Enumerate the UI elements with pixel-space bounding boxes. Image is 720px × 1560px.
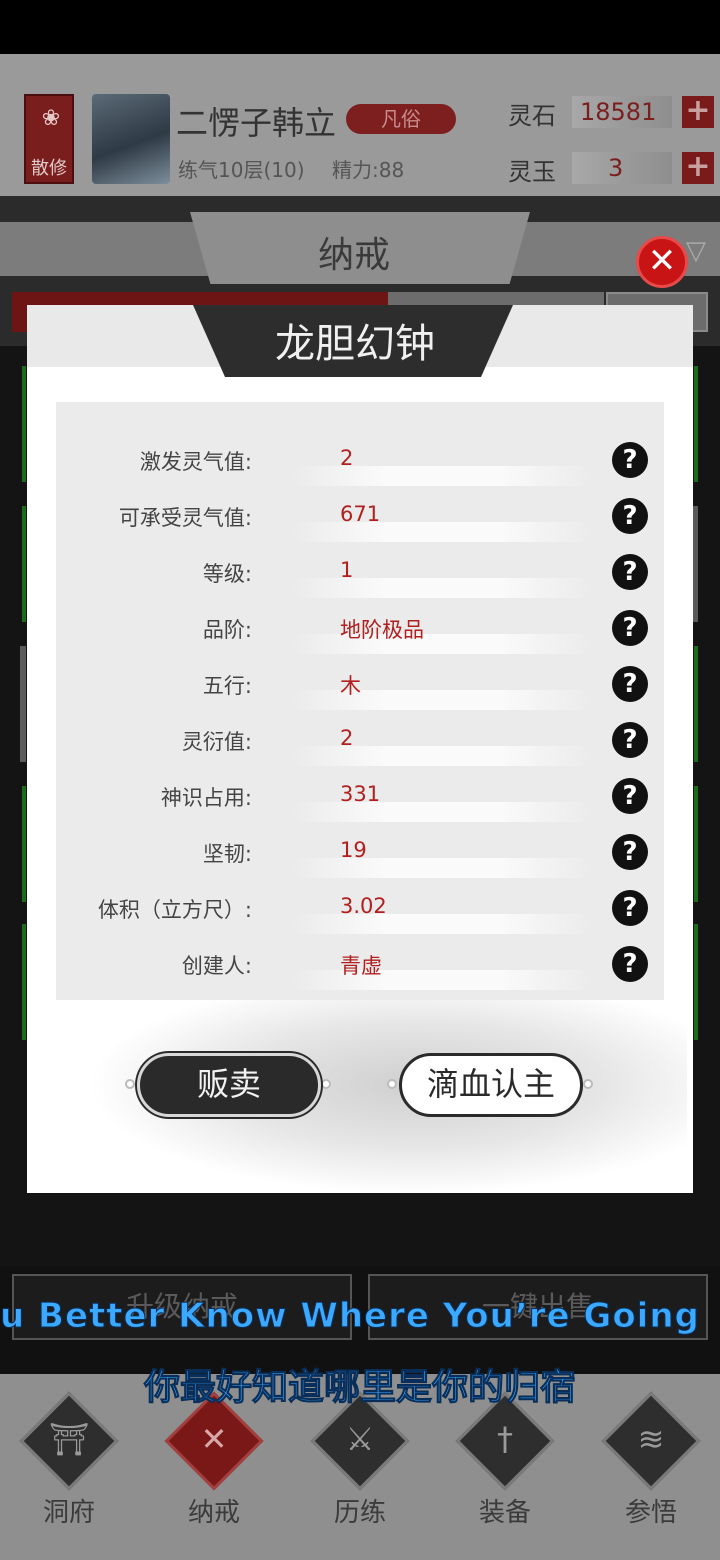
close-icon[interactable]: ✕: [636, 236, 688, 288]
stat-row: 等级: 1 ?: [56, 544, 664, 600]
help-icon[interactable]: ?: [612, 498, 648, 534]
player-name: 二愣子韩立: [176, 104, 337, 142]
sell-button[interactable]: 贩卖: [137, 1053, 321, 1117]
stat-label: 可承受灵气值:: [118, 506, 252, 530]
rank-badge: 凡俗: [346, 104, 456, 134]
filter-icon[interactable]: ▽: [686, 236, 706, 266]
stat-divider: [292, 466, 592, 486]
stat-value: 青虚: [340, 954, 382, 978]
stat-value: 19: [340, 838, 367, 862]
button-ornament: [387, 1079, 397, 1089]
list-item-edge: [694, 924, 698, 1040]
button-ornament: [125, 1079, 135, 1089]
spirit-jade-label: 灵玉: [508, 158, 556, 186]
spirit-stone-value: 18581: [572, 96, 672, 128]
help-icon[interactable]: ?: [612, 778, 648, 814]
list-item-edge: [694, 786, 698, 902]
item-title: 龙胆幻钟: [275, 321, 435, 367]
realm-level: 练气10层(10): [178, 158, 305, 182]
nav-item-cave[interactable]: ⛩ 洞府: [8, 1391, 128, 1538]
avatar[interactable]: [92, 94, 170, 184]
stat-row: 可承受灵气值: 671 ?: [56, 488, 664, 544]
stat-divider: [292, 746, 592, 766]
sect-label: 散修: [31, 158, 67, 179]
list-item-edge: [694, 366, 698, 482]
stat-divider: [292, 914, 592, 934]
stat-row: 品阶: 地阶极品 ?: [56, 600, 664, 656]
nav-label: 历练: [333, 1498, 386, 1528]
stat-value: 地阶极品: [340, 618, 424, 642]
stat-value: 木: [340, 674, 361, 698]
stat-row: 灵衍值: 2 ?: [56, 712, 664, 768]
stat-value: 331: [340, 782, 381, 806]
nav-label: 参悟: [624, 1498, 677, 1528]
stat-row: 五行: 木 ?: [56, 656, 664, 712]
list-item-edge: [20, 646, 26, 762]
sect-badge[interactable]: ❀ 散修: [24, 54, 74, 196]
help-icon[interactable]: ?: [612, 722, 648, 758]
stat-row: 创建人: 青虚 ?: [56, 936, 664, 992]
help-icon[interactable]: ?: [612, 666, 648, 702]
bind-owner-button[interactable]: 滴血认主: [399, 1053, 583, 1117]
stat-row: 坚韧: 19 ?: [56, 824, 664, 880]
stat-label: 创建人:: [181, 954, 252, 978]
stat-divider: [292, 634, 592, 654]
stat-row: 体积（立方尺）: 3.02 ?: [56, 880, 664, 936]
list-item-edge: [22, 366, 26, 482]
stat-label: 体积（立方尺）:: [97, 898, 252, 922]
spirit-stone-label: 灵石: [508, 102, 556, 130]
nav-item-training[interactable]: ⚔ 历练: [299, 1391, 419, 1538]
item-detail-modal: 龙胆幻钟 激发灵气值: 2 ? 可承受灵气值: 671 ? 等级: 1 ? 品阶…: [27, 305, 693, 1193]
stat-value: 2: [340, 446, 354, 470]
list-item-edge: [22, 506, 26, 622]
button-ornament: [583, 1079, 593, 1089]
list-item-edge: [22, 924, 26, 1040]
stat-value: 671: [340, 502, 381, 526]
help-icon[interactable]: ?: [612, 834, 648, 870]
stat-label: 灵衍值:: [181, 730, 252, 754]
stat-label: 五行:: [202, 674, 252, 698]
lotus-icon: ❀: [41, 106, 61, 131]
stat-divider: [292, 578, 592, 598]
stat-value: 3.02: [340, 894, 387, 918]
stat-label: 坚韧:: [202, 842, 252, 866]
stat-divider: [292, 522, 592, 542]
stat-divider: [292, 858, 592, 878]
nav-item-insight[interactable]: ≋ 参悟: [590, 1391, 710, 1538]
stat-divider: [292, 690, 592, 710]
subtitle-chinese: 你最好知道哪里是你的归宿: [143, 1367, 576, 1409]
add-spirit-jade-button[interactable]: +: [682, 152, 714, 184]
button-ornament: [321, 1079, 331, 1089]
inventory-title: 纳戒: [318, 235, 391, 276]
list-item-edge: [694, 646, 698, 762]
help-icon[interactable]: ?: [612, 946, 648, 982]
add-spirit-stone-button[interactable]: +: [682, 96, 714, 128]
stat-value: 1: [340, 558, 354, 582]
help-icon[interactable]: ?: [612, 610, 648, 646]
stat-value: 2: [340, 726, 354, 750]
help-icon[interactable]: ?: [612, 890, 648, 926]
status-bar: [0, 0, 720, 54]
nav-item-ring[interactable]: ✕ 纳戒: [153, 1391, 273, 1538]
stat-row: 激发灵气值: 2 ?: [56, 432, 664, 488]
stat-label: 激发灵气值:: [139, 450, 252, 474]
nav-label: 纳戒: [187, 1498, 240, 1528]
stat-label: 品阶:: [202, 618, 252, 642]
nav-label: 洞府: [42, 1498, 95, 1528]
stat-divider: [292, 970, 592, 990]
stat-label: 等级:: [202, 562, 252, 586]
nav-label: 装备: [478, 1498, 531, 1528]
nav-item-equipment[interactable]: † 装备: [444, 1391, 564, 1538]
list-item-edge: [22, 786, 26, 902]
stat-row: 神识占用: 331 ?: [56, 768, 664, 824]
stat-label: 神识占用:: [160, 786, 252, 810]
stat-divider: [292, 802, 592, 822]
subtitle-english: u Better Know Where You’re Going: [0, 1296, 700, 1336]
help-icon[interactable]: ?: [612, 442, 648, 478]
help-icon[interactable]: ?: [612, 554, 648, 590]
spirit-jade-value: 3: [572, 152, 672, 184]
stats-table: 激发灵气值: 2 ? 可承受灵气值: 671 ? 等级: 1 ? 品阶: 地阶极…: [56, 402, 664, 1000]
energy-value: 精力:88: [332, 158, 405, 182]
